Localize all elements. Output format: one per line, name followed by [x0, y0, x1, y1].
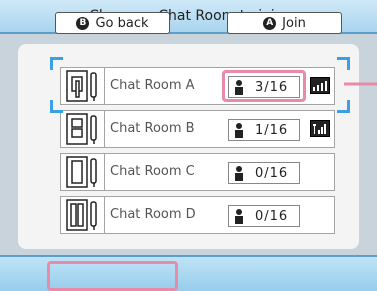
- signal-strength-icon: [310, 77, 330, 94]
- occupancy-count: 0/16: [255, 165, 289, 181]
- occupancy-counter: 0/16: [228, 205, 300, 227]
- occupancy-highlight: [222, 70, 306, 102]
- callout-pointer: [344, 82, 377, 86]
- chat-room-d[interactable]: Chat Room D 0/16: [60, 196, 335, 234]
- chat-room-icon: [61, 197, 105, 233]
- selection-cursor-corner: [50, 100, 63, 113]
- chat-room-icon: [61, 111, 105, 147]
- a-button-icon: A: [263, 16, 277, 30]
- join-button[interactable]: A Join: [227, 12, 342, 34]
- go-back-label: Go back: [95, 15, 149, 31]
- go-back-button[interactable]: B Go back: [55, 12, 170, 34]
- room-name: Chat Room D: [110, 207, 196, 222]
- occupancy-count: 0/16: [255, 208, 289, 224]
- selection-cursor-corner: [50, 57, 63, 70]
- person-icon: [235, 209, 243, 224]
- signal-strength-icon: [310, 120, 330, 137]
- room-name: Chat Room C: [110, 164, 195, 179]
- chat-room-icon: [61, 154, 105, 190]
- chat-room-icon: [61, 68, 105, 104]
- selection-cursor-corner: [337, 57, 350, 70]
- go-back-highlight: [47, 261, 178, 291]
- join-label: Join: [282, 15, 306, 31]
- room-name: Chat Room A: [110, 78, 195, 93]
- occupancy-counter: 1/16: [228, 119, 300, 141]
- person-icon: [235, 123, 243, 138]
- room-name: Chat Room B: [110, 121, 195, 136]
- person-icon: [235, 166, 243, 181]
- occupancy-count: 1/16: [255, 122, 289, 138]
- selection-cursor-corner: [337, 100, 350, 113]
- b-button-icon: B: [76, 16, 90, 30]
- chat-room-b[interactable]: Chat Room B 1/16: [60, 110, 335, 148]
- occupancy-counter: 0/16: [228, 162, 300, 184]
- chat-room-c[interactable]: Chat Room C 0/16: [60, 153, 335, 191]
